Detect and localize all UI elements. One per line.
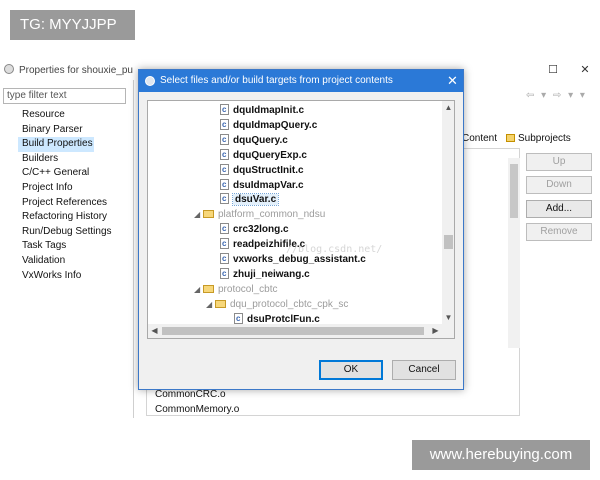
tree-item-label: vxworks_debug_assistant.c: [233, 254, 366, 265]
pane-divider[interactable]: [133, 80, 134, 418]
tree-file[interactable]: dquQuery.c: [220, 132, 288, 148]
tree-file[interactable]: dquQueryExp.c: [220, 147, 307, 163]
csdn-watermark-text: //blog.csdn.net/: [286, 244, 383, 255]
ok-button[interactable]: OK: [319, 360, 383, 380]
sidebar-item[interactable]: Run/Debug Settings: [0, 225, 130, 240]
folder-icon: [203, 284, 214, 293]
tree-file[interactable]: dquIdmapInit.c: [220, 102, 305, 118]
sidebar-item[interactable]: Refactoring History: [0, 210, 130, 225]
tree-file[interactable]: dquIdmapQuery.c: [220, 117, 318, 133]
select-files-dialog: Select files and/or build targets from p…: [138, 69, 464, 390]
sidebar-item[interactable]: Project Info: [0, 181, 130, 196]
c-file-icon: [220, 251, 229, 266]
horizontal-scroll-thumb[interactable]: [162, 327, 424, 335]
tree-item-label: dquStructInit.c: [233, 164, 304, 176]
tab-strip: Content Subprojects: [462, 131, 590, 147]
scroll-left-icon[interactable]: ◀: [148, 324, 161, 338]
sidebar-item[interactable]: VxWorks Info: [0, 269, 130, 284]
tab-content[interactable]: Content: [462, 131, 502, 147]
expand-chevron-icon[interactable]: ◢: [194, 282, 203, 297]
sidebar-item[interactable]: Task Tags: [0, 239, 130, 254]
tree-item-label: protocol_cbtc: [218, 283, 278, 295]
c-file-icon: [220, 147, 229, 162]
history-nav-arrows[interactable]: ⇦ ▾ ⇨ ▾ ▾: [526, 90, 587, 101]
scroll-down-icon[interactable]: ▼: [442, 311, 454, 324]
tree-item-label: crc32long.c: [233, 224, 289, 236]
c-file-icon: [234, 311, 243, 326]
tree-file[interactable]: dquStructInit.c: [220, 162, 304, 178]
cancel-button[interactable]: Cancel: [392, 360, 456, 380]
content-scroll-thumb[interactable]: [510, 164, 518, 218]
properties-window-title: Properties for shouxie_pu: [4, 63, 133, 79]
tree-file[interactable]: crc32long.c: [220, 221, 289, 237]
subprojects-icon: [506, 134, 515, 142]
scroll-right-icon[interactable]: ▶: [429, 324, 442, 338]
eclipse-app-icon: [4, 64, 14, 74]
eclipse-app-icon: [145, 76, 155, 86]
sidebar-item[interactable]: Builders: [0, 152, 130, 167]
watermark-top-left: TG: MYYJJPP: [10, 10, 135, 40]
sidebar-item[interactable]: Project References: [0, 196, 130, 211]
close-icon[interactable]: ✕: [578, 63, 592, 77]
folder-icon: [203, 210, 214, 219]
tree-item-label: dsuIdmapVar.c: [233, 179, 304, 191]
sidebar-item[interactable]: Binary Parser: [0, 123, 130, 138]
tree-item-label: dqu_protocol_cbtc_cpk_sc: [230, 298, 349, 310]
watermark-bottom-right: www.herebuying.com: [412, 440, 590, 470]
expand-chevron-icon[interactable]: ◢: [206, 297, 215, 312]
scroll-up-icon[interactable]: ▲: [442, 101, 454, 114]
tree-item-label: dsuProtclFun.c: [247, 313, 320, 325]
dialog-title-bar[interactable]: Select files and/or build targets from p…: [139, 70, 463, 92]
properties-title-text: Properties for shouxie_pu: [19, 65, 133, 76]
sidebar-item[interactable]: Resource: [0, 108, 130, 123]
down-button[interactable]: Down: [526, 176, 592, 194]
remove-button[interactable]: Remove: [526, 223, 592, 241]
tab-subprojects[interactable]: Subprojects: [504, 131, 588, 147]
sidebar-item[interactable]: Validation: [0, 254, 130, 269]
list-item[interactable]: CommonCRC.o: [155, 388, 226, 402]
tree-item-label: platform_common_ndsu: [218, 209, 326, 221]
expand-chevron-icon[interactable]: ◢: [194, 207, 203, 222]
list-item[interactable]: CommonMemory.o: [155, 403, 239, 417]
properties-nav-list: Resource Binary Parser Build Properties Bui…: [0, 108, 130, 283]
dialog-close-icon[interactable]: ✕: [442, 70, 463, 92]
tree-file[interactable]: zhuji_neiwang.c: [220, 266, 310, 282]
tree-item-label: zhuji_neiwang.c: [233, 268, 310, 280]
folder-icon: [215, 299, 226, 308]
sidebar-item[interactable]: C/C++ General: [0, 166, 130, 181]
tree-folder[interactable]: ◢ protocol_cbtc: [194, 282, 277, 297]
add-button[interactable]: Add...: [526, 200, 592, 218]
tree-item-label: dquQueryExp.c: [233, 149, 307, 161]
filter-input[interactable]: type filter text: [3, 88, 126, 104]
tree-folder[interactable]: ◢ platform_common_ndsu: [194, 207, 325, 222]
maximize-icon[interactable]: ☐: [546, 63, 560, 77]
tree-horizontal-scrollbar[interactable]: ◀ ▶: [148, 324, 442, 338]
tree-item-label: dsuVar.c: [231, 193, 280, 207]
vertical-scroll-thumb[interactable]: [444, 235, 453, 249]
c-file-icon: [220, 162, 229, 177]
tree-file[interactable]: dsuIdmapVar.c: [220, 177, 304, 193]
content-scrollbar[interactable]: [508, 158, 520, 348]
c-file-icon: [220, 132, 229, 147]
scroll-corner: [442, 324, 454, 338]
tree-folder[interactable]: ◢ dqu_protocol_cbtc_cpk_sc: [206, 297, 348, 312]
c-file-icon: [220, 102, 229, 117]
dialog-title: Select files and/or build targets from p…: [160, 75, 393, 86]
c-file-icon: [220, 177, 229, 192]
sidebar-item[interactable]: Build Properties: [18, 137, 94, 152]
tree-item-label: dquIdmapQuery.c: [233, 119, 318, 131]
tree-item-label: dquQuery.c: [233, 134, 288, 146]
c-file-icon: [220, 117, 229, 132]
project-tree: dquIdmapInit.c dquIdmapQuery.c dquQuery.c d…: [147, 100, 455, 339]
c-file-icon: [220, 191, 229, 206]
tree-file[interactable]: dsuVar.c: [220, 191, 280, 207]
c-file-icon: [220, 266, 229, 281]
tree-vertical-scrollbar[interactable]: ▲ ▼: [442, 101, 454, 324]
up-button[interactable]: Up: [526, 153, 592, 171]
tab-subprojects-label: Subprojects: [518, 133, 571, 144]
tree-item-label: dquIdmapInit.c: [233, 105, 305, 116]
c-file-icon: [220, 221, 229, 236]
c-file-icon: [220, 236, 229, 251]
